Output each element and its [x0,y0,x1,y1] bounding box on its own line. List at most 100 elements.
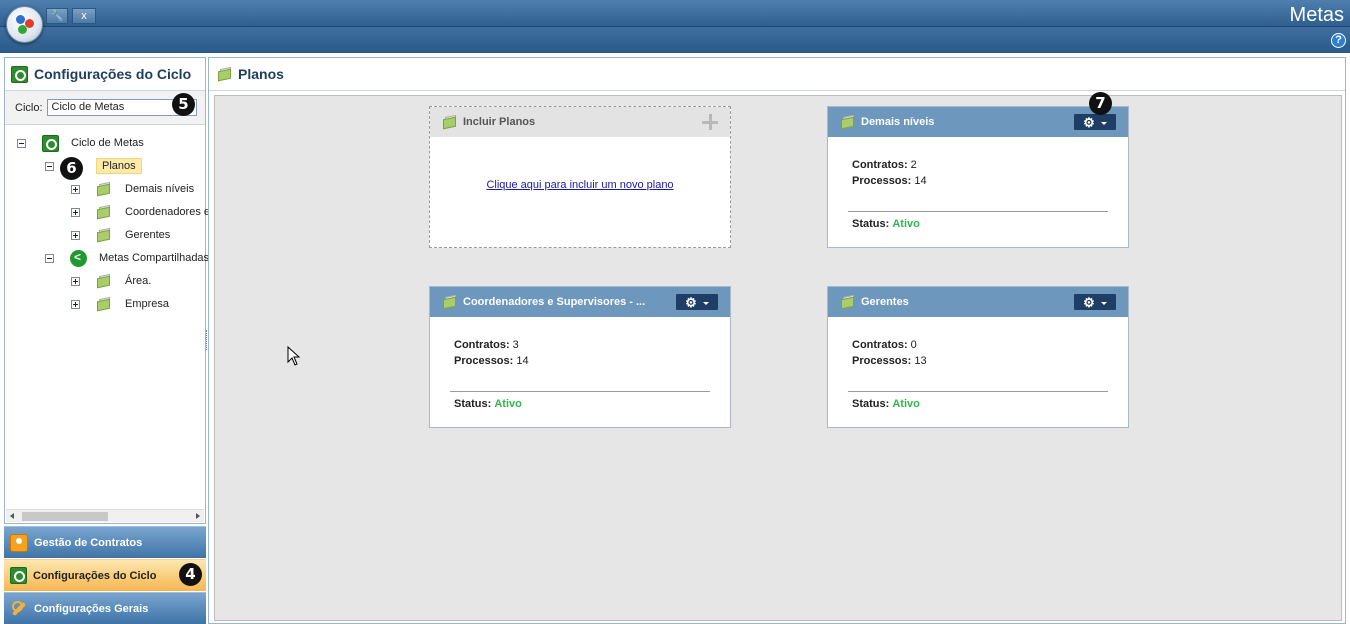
plan-icon [96,181,111,197]
plan-card-header: Coordenadores e Supervisores - ... ⚙ [430,287,730,317]
accordion-configuracoes-ciclo[interactable]: Configurações do Ciclo [4,559,206,591]
plan-card-body: Contratos: 0 Processos: 13 [828,317,1128,369]
divider [450,391,710,392]
plan-icon [96,273,111,289]
expand-toggle[interactable] [71,207,80,217]
caret-down-icon [1100,302,1107,305]
processos-value: 14 [516,355,529,367]
main-title: Planos [238,66,284,82]
status-badge: Ativo [494,398,522,410]
add-plan-header: Incluir Planos [430,107,730,137]
add-plan-link[interactable]: Clique aqui para incluir um novo plano [430,179,730,191]
expand-toggle[interactable] [71,184,80,194]
status-badge: Ativo [892,398,920,410]
plans-canvas: Incluir Planos Clique aqui para incluir … [214,95,1342,621]
accordion-label: Gestão de Contratos [34,536,143,549]
ciclo-select-value: Ciclo de Metas [51,101,125,113]
help-icon[interactable]: ? [1331,33,1346,48]
app-logo[interactable] [6,6,43,43]
tree-label[interactable]: Área. [125,275,151,287]
plan-card-body: Contratos: 2 Processos: 14 [828,137,1128,189]
plan-icon [217,66,232,82]
collapse-toggle[interactable] [45,161,54,171]
collapse-toggle[interactable] [45,253,54,263]
expand-toggle[interactable] [71,276,80,286]
plan-icon [840,114,855,130]
settings-menu-button[interactable]: ⚙ [676,294,718,310]
accordion-label: Configurações do Ciclo [33,569,157,582]
accordion-label: Configurações Gerais [34,602,149,615]
main-panel: Planos Incluir Planos Clique aqui para i… [208,57,1346,624]
plan-icon [96,227,111,243]
tree-node-demais[interactable]: Demais níveis [71,179,194,199]
gear-icon: ⚙ [1083,114,1095,130]
scroll-left-icon[interactable] [10,513,14,519]
tree-node-area[interactable]: Área. [71,271,151,291]
accordion-gestao-contratos[interactable]: Gestão de Contratos [4,526,206,558]
gear-icon: ⚙ [1083,294,1095,310]
scroll-right-icon[interactable] [196,513,200,519]
tree-view: Ciclo de Metas Planos Demais níveis Coor… [5,125,210,505]
expand-toggle[interactable] [71,299,80,309]
sidebar-header: Configurações do Ciclo [5,58,205,91]
status-row: Status: Ativo [454,398,522,410]
plan-card: Demais níveis ⚙ Contratos: 2 Processos: … [827,106,1129,248]
status-row: Status: Ativo [852,218,920,230]
top-bar [0,0,1350,27]
plan-card-title: Demais níveis [861,116,935,128]
plus-icon[interactable] [702,114,718,130]
plan-icon [96,296,111,312]
plan-card: Gerentes ⚙ Contratos: 0 Processos: 13 St… [827,286,1129,428]
plan-card-header: Gerentes ⚙ [828,287,1128,317]
cycle-icon [10,567,27,584]
gear-icon: ⚙ [685,294,697,310]
horizontal-scrollbar[interactable] [6,509,204,522]
contratos-value: 2 [910,159,917,171]
ciclo-label: Ciclo: [15,101,43,114]
caret-down-icon [702,302,709,305]
tree-label[interactable]: Demais níveis [125,183,194,195]
contract-icon [10,533,28,552]
plan-card: Coordenadores e Supervisores - ... ⚙ Con… [429,286,731,428]
cycle-icon [42,134,59,152]
tree-label[interactable]: Gerentes [125,229,170,241]
processos-label: Processos: [852,355,912,367]
accordion-configuracoes-gerais[interactable]: Configurações Gerais [4,592,206,624]
scroll-thumb[interactable] [22,512,108,521]
tree-label[interactable]: Metas Compartilhadas [99,252,209,264]
tree-node-metas-compartilhadas[interactable]: Metas Compartilhadas [45,248,209,268]
contratos-label: Contratos: [852,339,908,351]
tree-label[interactable]: Empresa [125,298,169,310]
tree-node-coordenadores[interactable]: Coordenadores e [71,202,210,222]
collapse-toggle[interactable] [17,138,26,148]
contratos-value: 0 [910,339,917,351]
status-badge: Ativo [892,218,920,230]
divider [848,211,1108,212]
callout-marker: 6 [60,157,83,180]
tree-label[interactable]: Coordenadores e [125,206,210,218]
close-tab-button[interactable]: x [72,8,96,24]
tree-label[interactable]: Ciclo de Metas [71,137,144,149]
sidebar-title: Configurações do Ciclo [34,66,192,82]
settings-menu-button[interactable]: ⚙ [1074,114,1116,130]
plan-card-body: Contratos: 3 Processos: 14 [430,317,730,369]
processos-value: 14 [914,175,927,187]
tree-node-empresa[interactable]: Empresa [71,294,169,314]
processos-value: 13 [914,355,927,367]
sub-bar [0,27,1350,53]
tree-node-ciclo[interactable]: Ciclo de Metas [17,133,144,153]
share-icon [70,249,87,267]
status-label: Status: [852,218,890,230]
settings-menu-button[interactable]: ⚙ [1074,294,1116,310]
tree-label[interactable]: Planos [96,158,142,174]
tools-button[interactable]: 🔧 [46,8,68,24]
tree-node-gerentes[interactable]: Gerentes [71,225,170,245]
plan-card-title: Coordenadores e Supervisores - ... [463,296,646,308]
wrench-icon [10,600,28,618]
app-title: Metas [1289,4,1344,26]
processos-label: Processos: [852,175,912,187]
processos-label: Processos: [454,355,514,367]
expand-toggle[interactable] [71,230,80,240]
sidebar: Configurações do Ciclo Ciclo: Ciclo de M… [4,57,210,524]
contratos-value: 3 [512,339,519,351]
